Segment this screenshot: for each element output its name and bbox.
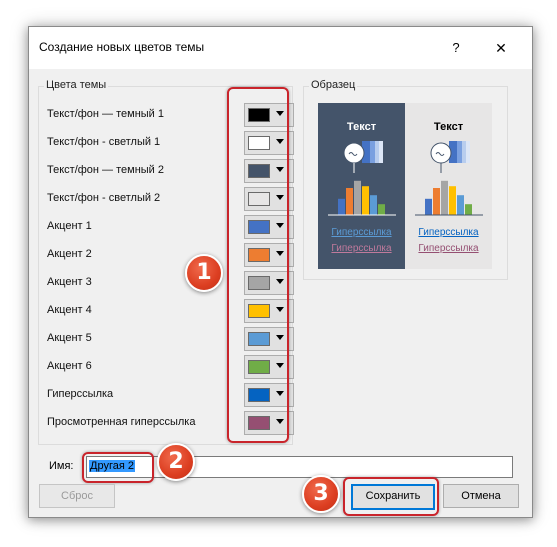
- theme-color-label: Текст/фон - светлый 1: [47, 136, 161, 148]
- theme-color-label: Акцент 6: [47, 360, 92, 372]
- reset-button[interactable]: Сброс: [39, 484, 115, 508]
- annotation-frame-save: [343, 477, 439, 516]
- sample-dark: Текст Гиперссылка Гиперссылка: [318, 103, 405, 269]
- close-button[interactable]: ✕: [487, 37, 515, 59]
- help-button[interactable]: ?: [445, 37, 467, 59]
- sample-bar: [346, 188, 353, 215]
- sample-bar: [362, 186, 369, 215]
- sample-dark-link: Гиперссылка: [331, 227, 392, 238]
- theme-color-label: Акцент 1: [47, 220, 92, 232]
- name-label: Имя:: [49, 460, 74, 472]
- theme-color-label: Гиперссылка: [47, 388, 114, 400]
- title-bar: Создание новых цветов темы ? ✕: [29, 27, 532, 69]
- sample-light-visited-link: Гиперссылка: [418, 243, 479, 254]
- create-theme-colors-dialog: Создание новых цветов темы ? ✕ Цвета тем…: [28, 26, 533, 518]
- annotation-badge-1: 1: [185, 254, 223, 292]
- theme-color-label: Акцент 2: [47, 248, 92, 260]
- sample-bar: [449, 186, 456, 215]
- theme-color-label: Просмотренная гиперссылка: [47, 416, 196, 428]
- cancel-button[interactable]: Отмена: [443, 484, 519, 508]
- sample-dark-circle-icon: [343, 142, 365, 164]
- annotation-frame-name: [82, 452, 154, 483]
- sample-light-text: Текст: [433, 121, 464, 133]
- annotation-badge-2: 2: [157, 443, 195, 481]
- theme-colors-group-label: Цвета темы: [44, 79, 109, 91]
- sample-group-label: Образец: [309, 79, 358, 91]
- theme-color-label: Текст/фон — темный 2: [47, 164, 164, 176]
- sample-bar: [370, 195, 377, 215]
- sample-light-circle-icon: [430, 142, 452, 164]
- sample-bar: [465, 204, 472, 215]
- sample-light-link: Гиперссылка: [418, 227, 479, 238]
- annotation-frame-colors: [227, 87, 289, 443]
- sample-bar: [457, 195, 464, 215]
- sample-light: Текст Гиперссылка Гиперссылка: [405, 103, 492, 269]
- sample-bar: [354, 180, 361, 215]
- theme-color-label: Акцент 4: [47, 304, 92, 316]
- theme-color-label: Текст/фон - светлый 2: [47, 192, 161, 204]
- dialog-title: Создание новых цветов темы: [39, 40, 205, 54]
- sample-light-graphic: [415, 141, 483, 216]
- sample-bar: [338, 198, 345, 215]
- sample-light-bars: [425, 180, 472, 215]
- sample-bar: [433, 188, 440, 215]
- sample-bar: [378, 204, 385, 215]
- theme-color-label: Акцент 5: [47, 332, 92, 344]
- sample-dark-bars: [338, 180, 385, 215]
- sample-dark-text: Текст: [346, 121, 377, 133]
- theme-color-label: Текст/фон — темный 1: [47, 108, 164, 120]
- sample-bar: [441, 180, 448, 215]
- sample-dark-graphic: [328, 141, 396, 216]
- annotation-badge-3: 3: [302, 475, 340, 513]
- theme-color-label: Акцент 3: [47, 276, 92, 288]
- sample-bar: [425, 198, 432, 215]
- sample-dark-visited-link: Гиперссылка: [331, 243, 392, 254]
